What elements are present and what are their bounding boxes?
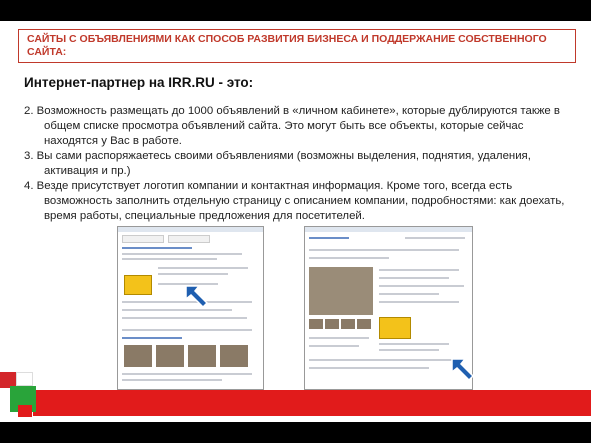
decor-white-square [16,372,33,386]
slide-title: САЙТЫ С ОБЪЯВЛЕНИЯМИ КАК СПОСОБ РАЗВИТИЯ… [27,33,547,58]
bottom-red-strip [33,390,591,416]
screenshot-ad-page-image [304,226,473,390]
list-item: 3. Вы сами распоряжаетесь своими объявле… [24,150,531,177]
arrow-up-left-icon [185,285,209,309]
arrow-up-left-icon [451,358,475,382]
top-black-bar [0,0,591,21]
decor-red-square [18,405,32,417]
slide-heading: Интернет-партнер на IRR.RU - это: [24,75,254,90]
list-item: 4. Везде присутствует логотип компании и… [24,180,565,222]
list-item: 2. Возможность размещать до 1000 объявле… [24,105,560,147]
bullet-list: 2. Возможность размещать до 1000 объявле… [24,104,572,224]
slide-title-box: САЙТЫ С ОБЪЯВЛЕНИЯМИ КАК СПОСОБ РАЗВИТИЯ… [18,29,576,63]
bottom-black-bar [0,422,591,443]
